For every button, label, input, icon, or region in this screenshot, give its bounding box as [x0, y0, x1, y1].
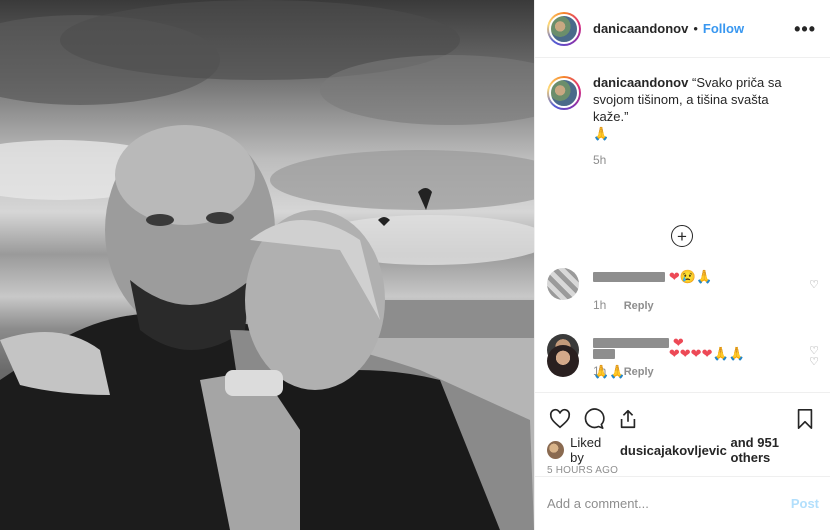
watch [225, 370, 283, 396]
action-bar [535, 399, 830, 439]
caption: danicaandonov “Svako priča sa svojom tiš… [535, 58, 830, 169]
share-icon[interactable] [615, 406, 641, 432]
post-button[interactable]: Post [791, 496, 819, 511]
comments-section[interactable]: danicaandonov “Svako priča sa svojom tiš… [535, 58, 830, 393]
comment-text: ❤😢🙏 [668, 269, 713, 284]
comment-text-continued: 🙏🙏 [593, 364, 626, 379]
commenter-avatar[interactable] [547, 345, 579, 377]
heart-icon[interactable] [547, 406, 573, 432]
bookmark-icon[interactable] [792, 406, 818, 432]
separator-dot: • [693, 21, 698, 36]
post-header: danicaandonov • Follow ••• [535, 0, 830, 58]
photo-scene [0, 0, 534, 530]
follow-button[interactable]: Follow [703, 21, 744, 36]
add-comment-bar: Post [535, 476, 830, 530]
comment-like-icon[interactable]: ♡ [809, 355, 819, 368]
likes-prefix: Liked by [570, 435, 602, 465]
caption-emoji: 🙏 [593, 126, 610, 141]
author-avatar[interactable] [547, 11, 581, 46]
reply-button[interactable]: Reply [624, 300, 654, 312]
caption-time[interactable]: 5h [593, 152, 803, 169]
load-more-comments-icon[interactable]: + [671, 225, 693, 247]
post-photo[interactable] [0, 0, 534, 530]
liker-username[interactable]: dusicajakovljevic [620, 443, 727, 458]
comment-item: ❤❤❤❤🙏🙏 🙏🙏 ♡ [547, 345, 819, 381]
post-panel: danicaandonov • Follow ••• danicaandonov… [534, 0, 830, 530]
comment-icon[interactable] [581, 406, 607, 432]
more-options-icon[interactable]: ••• [794, 20, 816, 38]
comment-input[interactable] [547, 496, 791, 511]
author-username[interactable]: danicaandonov [593, 21, 688, 36]
comment-item: ❤😢🙏 1h Reply ♡ [547, 268, 819, 312]
commenter-avatar[interactable] [547, 268, 579, 300]
comment-time[interactable]: 1h [593, 298, 606, 312]
likes-summary: Liked by dusicajakovljevic and 951 other… [535, 435, 830, 465]
commenter-name-blurred[interactable] [593, 272, 665, 283]
comment-text: ❤❤❤❤🙏🙏 [668, 346, 745, 361]
liker-avatar[interactable] [547, 441, 565, 459]
commenter-name-blurred[interactable] [593, 349, 615, 360]
caption-avatar[interactable] [547, 76, 581, 110]
likes-others[interactable]: and 951 others [731, 435, 818, 465]
caption-username[interactable]: danicaandonov [593, 75, 688, 90]
comment-like-icon[interactable]: ♡ [809, 278, 819, 291]
